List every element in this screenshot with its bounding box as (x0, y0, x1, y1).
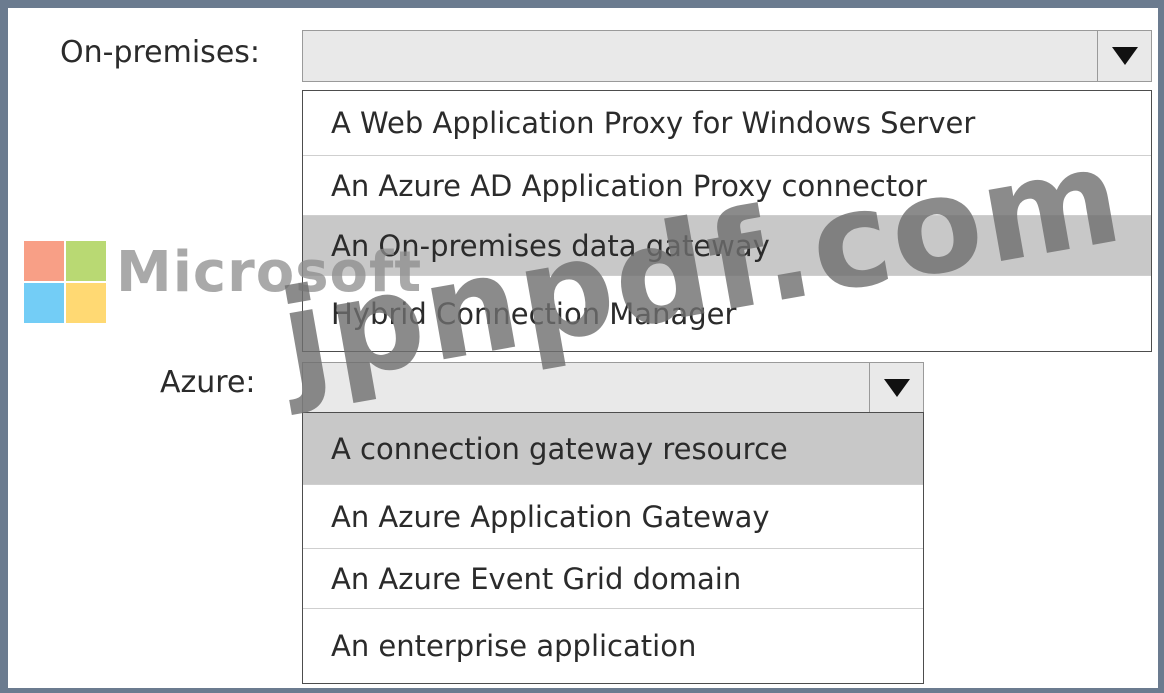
answer-area: On-premises: A Web Application Proxy for… (8, 8, 1158, 688)
watermark-brand: Microsoft (116, 240, 423, 305)
azure-option-1[interactable]: An Azure Application Gateway (303, 485, 923, 549)
onprem-option-list: A Web Application Proxy for Windows Serv… (302, 90, 1152, 352)
azure-label: Azure: (160, 365, 256, 400)
azure-dropdown-toggle[interactable] (869, 363, 923, 413)
microsoft-logo-icon (24, 241, 106, 323)
onprem-option-2[interactable]: An On-premises data gateway (303, 216, 1151, 276)
option-label: An Azure AD Application Proxy connector (331, 168, 927, 203)
onprem-dropdown-toggle[interactable] (1097, 31, 1151, 81)
chevron-down-icon (883, 379, 910, 397)
azure-option-list: A connection gateway resource An Azure A… (302, 412, 924, 684)
option-label: A Web Application Proxy for Windows Serv… (331, 106, 976, 140)
option-label: A connection gateway resource (331, 431, 788, 466)
onprem-option-0[interactable]: A Web Application Proxy for Windows Serv… (303, 91, 1151, 156)
azure-option-2[interactable]: An Azure Event Grid domain (303, 549, 923, 609)
onprem-label: On-premises: (60, 35, 261, 70)
option-label: An enterprise application (331, 629, 697, 663)
chevron-down-icon (1111, 47, 1138, 65)
onprem-option-3[interactable]: Hybrid Connection Manager (303, 276, 1151, 351)
onprem-dropdown[interactable] (302, 30, 1152, 82)
azure-option-3[interactable]: An enterprise application (303, 609, 923, 683)
onprem-option-1[interactable]: An Azure AD Application Proxy connector (303, 156, 1151, 216)
azure-option-0[interactable]: A connection gateway resource (303, 413, 923, 485)
option-label: An Azure Event Grid domain (331, 561, 742, 596)
azure-dropdown[interactable] (302, 362, 924, 414)
option-label: An Azure Application Gateway (331, 499, 770, 534)
